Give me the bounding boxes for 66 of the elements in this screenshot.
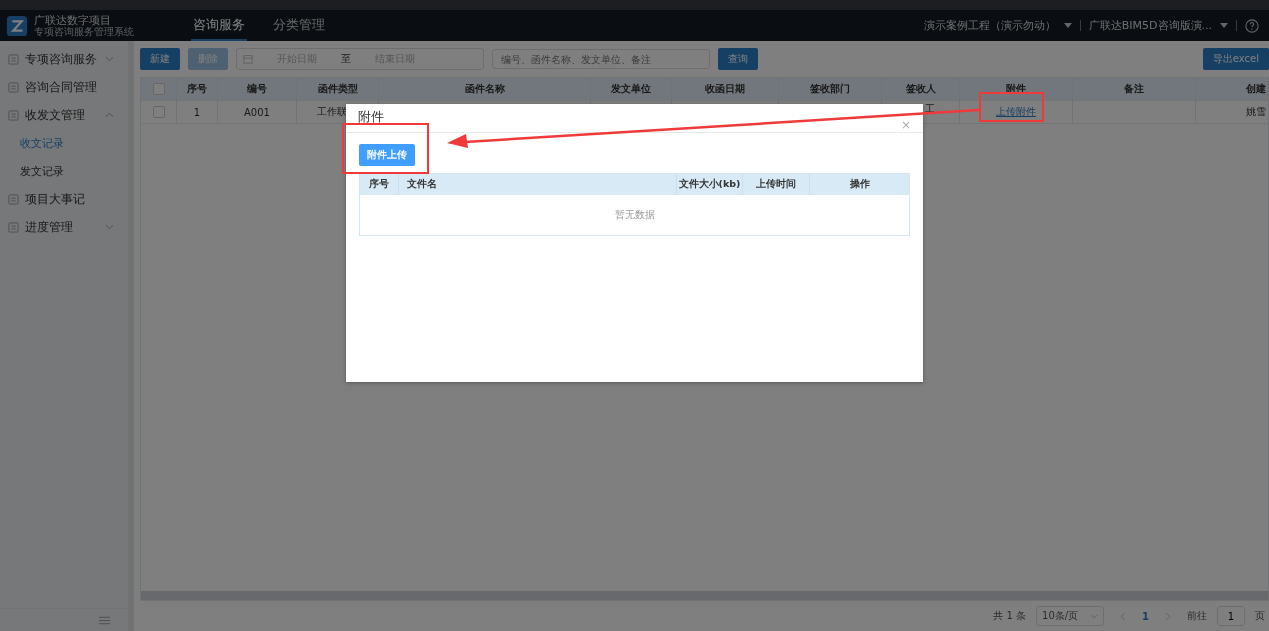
column-header: 收函日期 [705,82,745,96]
column-header: 文件大小(kb) [677,174,743,195]
query-button[interactable]: 查询 [718,48,758,70]
sidebar-item[interactable]: 进度管理 [0,213,128,241]
table-cell: 工作联 [317,105,347,119]
upload-link[interactable]: 上传附件 [996,105,1036,119]
column-header: 序号 [360,174,399,195]
page-unit: 页 [1255,609,1265,623]
sidebar-subitem[interactable]: 收文记录 [0,129,128,157]
column-header: 操作 [848,177,871,191]
help-icon[interactable] [1245,18,1259,33]
sidebar-item[interactable]: 收发文管理 [0,101,128,129]
column-header: 上传时间 [743,174,810,195]
column-header: 函件名称 [464,82,505,96]
chevron-icon [105,56,114,62]
column-header: 发文单位 [611,82,651,96]
app-title: 广联达数字项目 [34,14,111,26]
sidebar-item[interactable]: 项目大事记 [0,185,128,213]
app-subtitle: 专项咨询服务管理系统 [34,25,134,37]
column-header: 创建 [1245,82,1266,96]
column-header: 文件名 [399,174,677,195]
highlight-box [979,92,1044,122]
total-count: 共 1 条 [993,609,1027,623]
goto-label: 前往 [1187,609,1207,623]
table-cell: 1 [193,106,201,118]
sidebar-item[interactable]: 咨询合同管理 [0,73,128,101]
column-header: 序号 [187,82,207,96]
range-separator: 至 [341,52,351,66]
select-all-checkbox[interactable] [152,83,165,95]
toolbar-button[interactable]: 新建 [140,48,180,70]
column-header: 编号 [247,82,267,96]
menu-item-icon [8,53,19,65]
column-header: 签收人 [905,82,936,96]
row-checkbox[interactable] [152,106,165,118]
column-header: 备注 [1124,82,1144,96]
upload-button[interactable]: 附件上传 [359,144,415,166]
export-button[interactable]: 导出excel [1202,48,1269,70]
sidebar-item[interactable]: 专项咨询服务 [0,45,128,73]
product-selector[interactable]: 广联达BIM5D咨询版演... [1088,18,1212,33]
chevron-icon [105,112,114,118]
app-logo [6,14,28,37]
caret-icon [1090,613,1099,619]
table-cell: A001 [244,106,270,118]
column-header: 签收部门 [810,82,850,96]
nav-tab[interactable]: 分类管理 [271,10,327,41]
project-selector[interactable]: 演示案例工程（演示勿动） [923,18,1056,33]
empty-message: 暂无数据 [614,208,655,222]
page-size-select[interactable]: 10条/页 [1036,606,1105,626]
menu-item-icon [8,109,19,121]
goto-page-field[interactable]: 1 [1217,606,1245,626]
sidebar-subitem[interactable]: 发文记录 [0,157,128,185]
calendar-icon [243,54,253,64]
chevron-icon [105,224,114,230]
menu-item-icon [8,81,19,93]
close-button[interactable]: × [900,118,911,131]
caret-icon [1063,23,1072,28]
table-cell: 工 [925,102,935,116]
table-cell: 姚雪 [1245,105,1266,119]
page-number[interactable]: 1 [1142,610,1149,622]
column-header: 函件类型 [317,82,358,96]
menu-icon[interactable] [99,615,110,625]
caret-icon [1220,23,1228,28]
menu-item-icon [8,193,19,205]
scrollbar[interactable] [141,591,1268,600]
dialog-title: 附件 [358,108,384,126]
menu-item-icon [8,221,19,233]
